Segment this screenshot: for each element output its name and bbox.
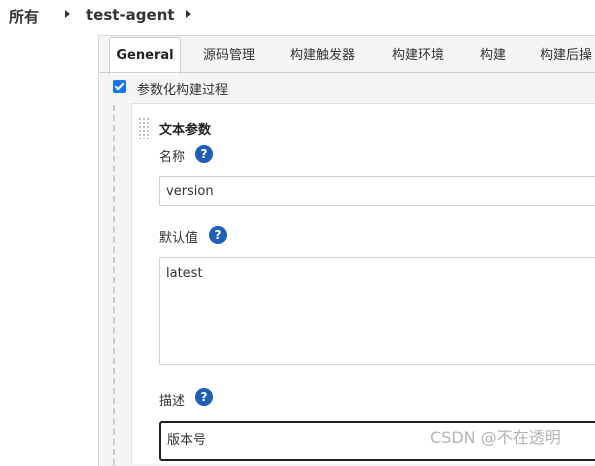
tab-build-triggers[interactable]: 构建触发器 [290, 39, 355, 73]
breadcrumb-chevron-icon[interactable] [186, 10, 191, 18]
parameterized-checkbox[interactable] [113, 80, 126, 93]
parameter-type-title: 文本参数 [159, 123, 212, 138]
tab-build[interactable]: 构建 [480, 39, 506, 73]
default-value-textarea[interactable]: latest [159, 257, 595, 365]
parameter-container-border [113, 105, 115, 465]
breadcrumb-all-link[interactable]: 所有 [9, 6, 39, 27]
breadcrumb: 所有 test-agent [0, 0, 595, 32]
watermark: CSDN @不在透明 [430, 428, 561, 447]
tab-source-code[interactable]: 源码管理 [203, 39, 255, 73]
name-label: 名称 [159, 150, 186, 165]
default-value-label: 默认值 [159, 231, 199, 246]
tab-build-environment[interactable]: 构建环境 [392, 39, 444, 73]
name-input[interactable]: version [159, 176, 595, 206]
breadcrumb-job-link[interactable]: test-agent [86, 6, 175, 24]
config-tabs: General 源码管理 构建触发器 构建环境 构建 构建后操 [99, 37, 595, 75]
description-label: 描述 [159, 394, 186, 409]
default-value-help-icon[interactable]: ? [209, 226, 227, 244]
tab-post-build[interactable]: 构建后操 [540, 39, 592, 73]
tab-divider [99, 72, 595, 73]
drag-handle-icon[interactable] [138, 117, 150, 139]
description-help-icon[interactable]: ? [195, 388, 213, 406]
breadcrumb-chevron-icon[interactable] [65, 10, 70, 18]
tab-general[interactable]: General [109, 37, 181, 75]
name-help-icon[interactable]: ? [195, 145, 213, 163]
parameterized-label: 参数化构建过程 [137, 83, 229, 98]
